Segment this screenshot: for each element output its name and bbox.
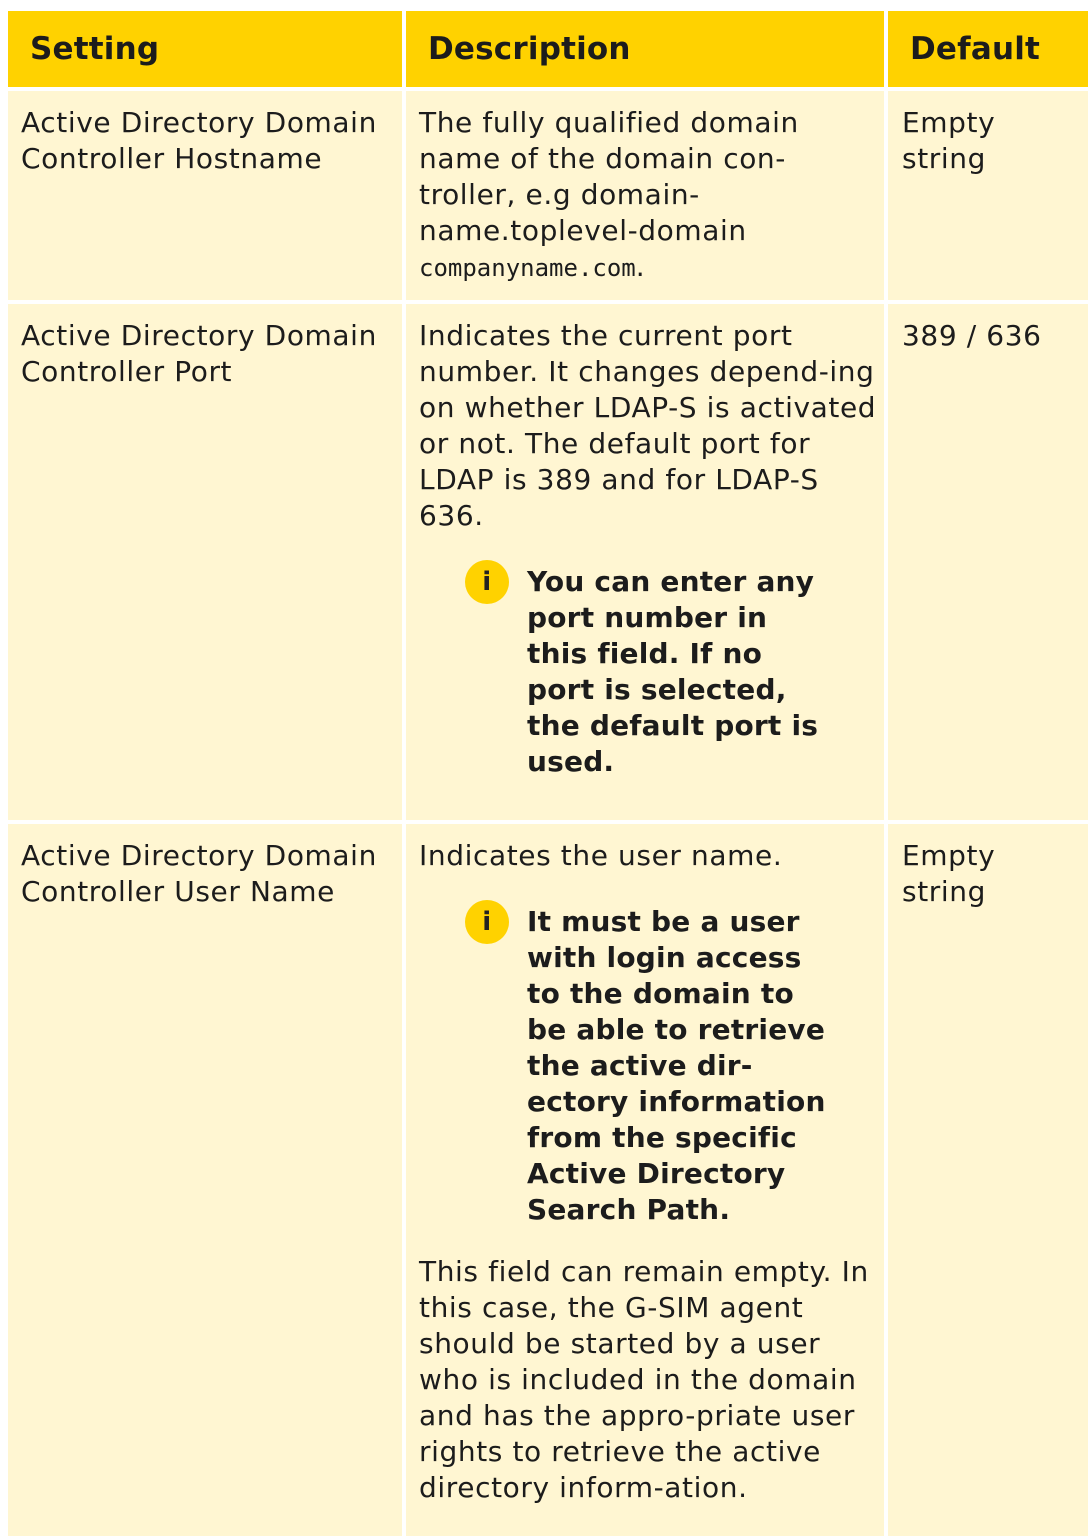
settings-table: Setting Description Default Active Direc… (4, 7, 1092, 1540)
table-row: Active Directory Domain Controller Port … (8, 304, 1088, 820)
table-row: Active Directory Domain Controller User … (8, 824, 1088, 1536)
setting-default: 389 / 636 (888, 304, 1088, 820)
table-row: Active Directory Domain Controller Hostn… (8, 91, 1088, 300)
description-suffix: . (635, 250, 646, 283)
setting-name: Active Directory Domain Controller Hostn… (8, 91, 402, 300)
description-text: Indicates the user name. (419, 839, 783, 872)
settings-page: Setting Description Default Active Direc… (0, 0, 1092, 1536)
table-header-row: Setting Description Default (8, 11, 1088, 87)
setting-description: Indicates the current port number. It ch… (406, 304, 884, 820)
setting-default: Empty string (888, 91, 1088, 300)
description-text-after: This field can remain empty. In this cas… (419, 1255, 869, 1504)
description-code: companyname.com (419, 254, 636, 282)
description-text: Indicates the current port number. It ch… (419, 319, 877, 532)
info-note: i It must be a user with login access to… (465, 900, 878, 1228)
setting-description: The fully qualified domain name of the d… (406, 91, 884, 300)
info-icon: i (465, 900, 509, 944)
column-header-default: Default (888, 11, 1088, 87)
setting-description: Indicates the user name. i It must be a … (406, 824, 884, 1536)
info-icon-glyph: i (482, 907, 492, 937)
info-note: i You can enter any port number in this … (465, 560, 878, 780)
note-text: You can enter any port number in this fi… (527, 565, 819, 778)
setting-name: Active Directory Domain Controller Port (8, 304, 402, 820)
info-icon: i (465, 560, 509, 604)
column-header-setting: Setting (8, 11, 402, 87)
info-icon-glyph: i (482, 567, 492, 597)
description-text: The fully qualified domain name of the d… (419, 106, 799, 247)
note-text: It must be a user with login access to t… (527, 905, 826, 1226)
setting-default: Empty string (888, 824, 1088, 1536)
setting-name: Active Directory Domain Controller User … (8, 824, 402, 1536)
column-header-description: Description (406, 11, 884, 87)
